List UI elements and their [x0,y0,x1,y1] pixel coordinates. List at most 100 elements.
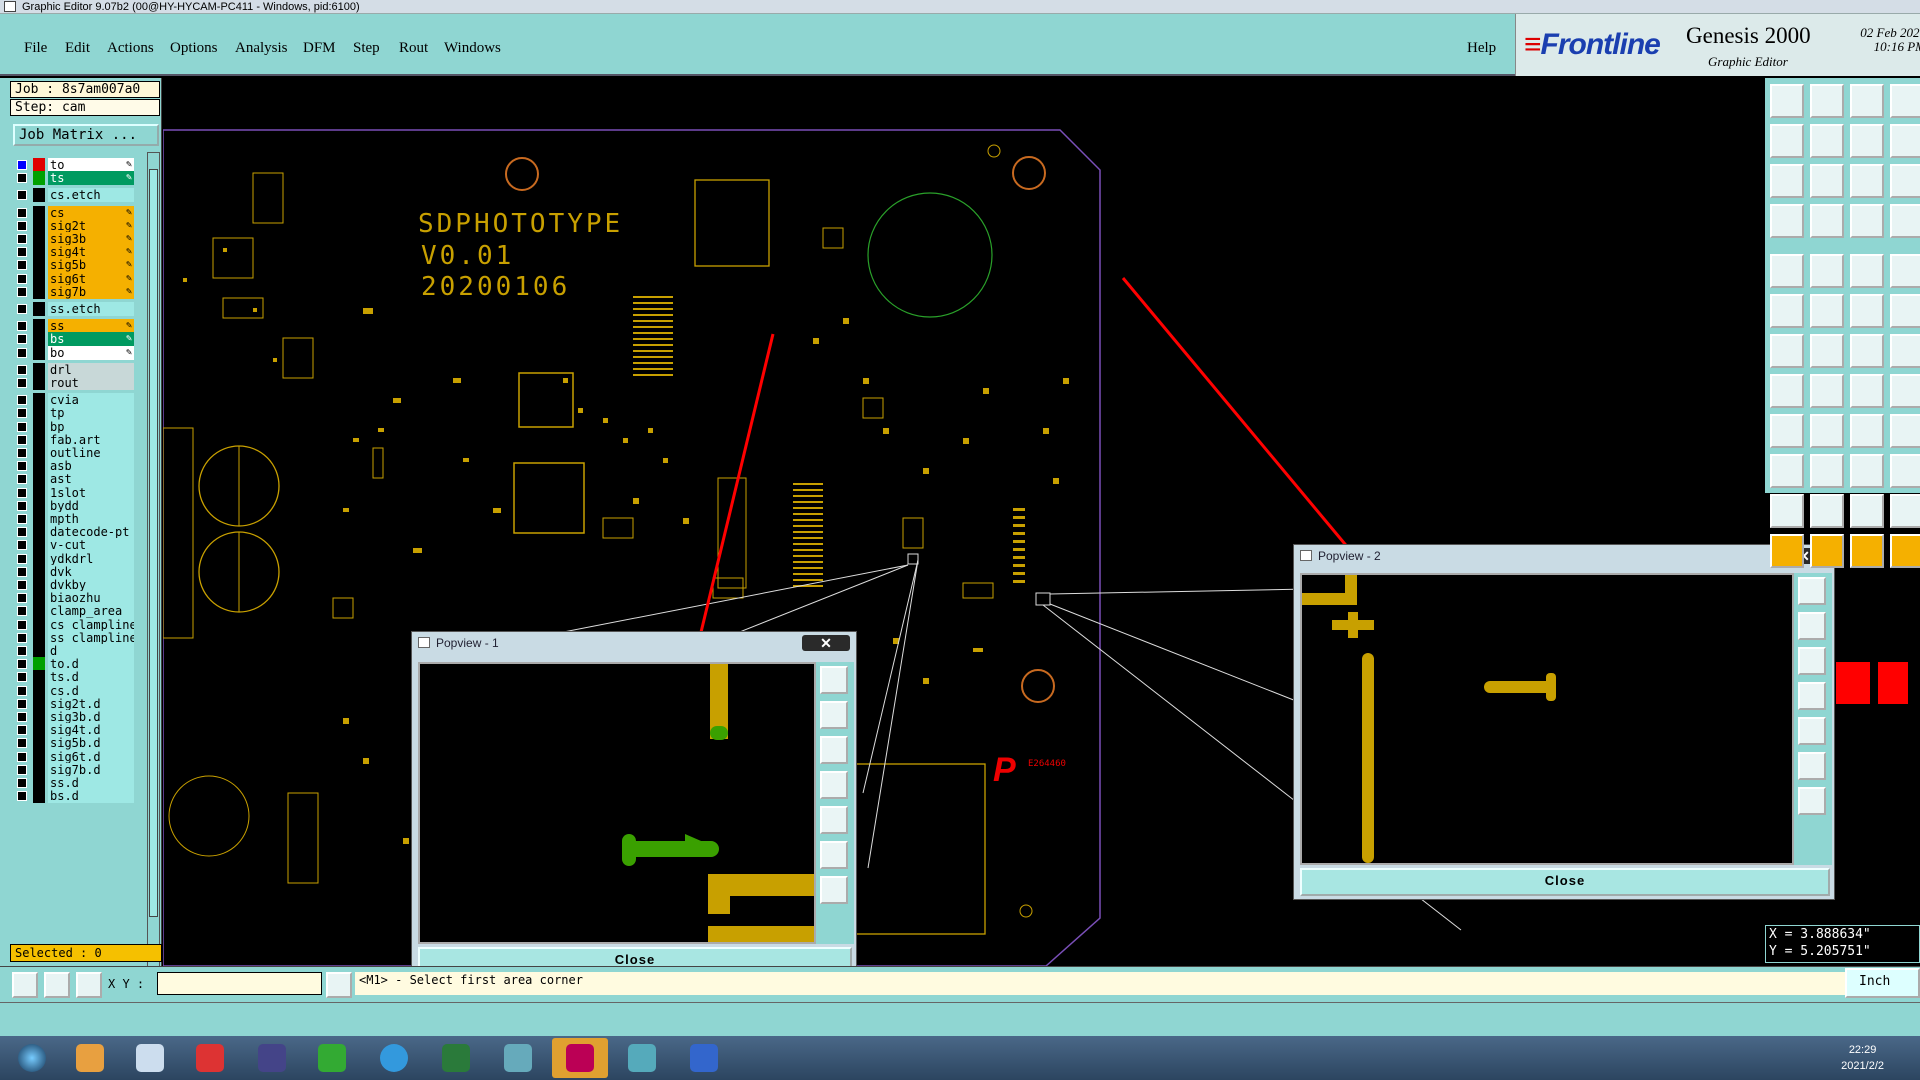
layer-color-swatch[interactable] [33,710,45,724]
layer-color-swatch[interactable] [33,258,45,273]
layer-row-sig2t[interactable]: sig2t ✎ [12,218,134,233]
tool-icon-9-0[interactable] [1770,454,1804,488]
layer-checkbox[interactable] [17,448,27,458]
layer-row-sig3b-d[interactable]: sig3b.d [12,710,134,724]
tool-icon-6-0[interactable] [1770,334,1804,368]
layer-scrollbar[interactable] [147,152,160,1022]
layer-row-cs-etch[interactable]: cs.etch [12,188,134,203]
layer-row-to-d[interactable]: to.d [12,657,134,672]
tool-icon-5-2[interactable] [1850,294,1884,328]
layer-color-swatch[interactable] [33,393,45,408]
layer-row-bs[interactable]: bs ✎ [12,332,134,347]
layer-color-swatch[interactable] [33,362,45,377]
layer-checkbox[interactable] [17,500,27,511]
layer-row-dvk[interactable]: dvk [12,564,134,579]
taskbar-app-3[interactable] [182,1038,238,1078]
layer-row-ts-d[interactable]: ts.d [12,670,134,685]
layer-color-swatch[interactable] [33,332,45,347]
layer-name[interactable]: rout [48,376,134,390]
layer-color-swatch[interactable] [33,232,45,246]
layer-checkbox[interactable] [17,160,27,170]
popview-center-icon[interactable] [820,876,848,904]
layer-color-swatch[interactable] [33,302,45,316]
layer-name[interactable]: d [48,644,134,658]
tool-icon-8-2[interactable] [1850,414,1884,448]
layer-checkbox[interactable] [17,619,27,630]
layer-checkbox[interactable] [17,527,27,538]
layer-row-fab-art[interactable]: fab.art [12,432,134,447]
xy-input[interactable] [157,972,322,995]
layer-checkbox[interactable] [17,304,27,314]
layer-color-swatch[interactable] [33,551,45,566]
layer-color-swatch[interactable] [33,406,45,421]
popview-2-close-button[interactable]: Close [1300,868,1830,896]
layer-color-swatch[interactable] [33,723,45,738]
layer-checkbox[interactable] [17,286,27,297]
layer-checkbox[interactable] [17,566,27,577]
tool-icon-7-2[interactable] [1850,374,1884,408]
layer-checkbox[interactable] [17,659,27,670]
tool-icon-7-0[interactable] [1770,374,1804,408]
layer-name[interactable]: sig5b.d [48,736,134,751]
popview-1-view[interactable] [418,662,816,944]
popview-center-icon[interactable] [1798,787,1826,815]
layer-color-swatch[interactable] [33,657,45,672]
tool-icon-8-1[interactable] [1810,414,1844,448]
layer-checkbox[interactable] [17,751,27,762]
tool-icon-0-1[interactable] [1810,84,1844,118]
layer-name[interactable]: dvk [48,564,134,579]
tool-icon-11-0[interactable] [1770,534,1804,568]
start-button[interactable] [4,1038,60,1078]
layer-row-to[interactable]: to ✎ [12,158,134,172]
layer-checkbox[interactable] [17,364,27,375]
layer-checkbox[interactable] [17,580,27,590]
layer-name[interactable]: cvia [48,393,134,408]
tool-icon-6-2[interactable] [1850,334,1884,368]
menu-edit[interactable]: Edit [65,40,90,57]
tool-icon-6-1[interactable] [1810,334,1844,368]
layer-row-asb[interactable]: asb [12,459,134,474]
layer-color-swatch[interactable] [33,630,45,645]
tool-icon-3-3[interactable] [1890,204,1920,238]
layer-checkbox[interactable] [17,247,27,258]
scroll-thumb[interactable] [149,169,158,917]
layer-checkbox[interactable] [17,514,27,524]
layer-checkbox[interactable] [17,260,27,271]
layer-name[interactable]: cs_clampline [48,617,134,632]
tool-icon-5-1[interactable] [1810,294,1844,328]
layer-checkbox[interactable] [17,461,27,472]
layer-row-biaozhu[interactable]: biaozhu [12,591,134,606]
layer-checkbox[interactable] [17,778,27,788]
tool-icon-7-1[interactable] [1810,374,1844,408]
layer-name[interactable]: sig7b.d [48,762,134,777]
tool-icon-9-1[interactable] [1810,454,1844,488]
layer-row-bs-d[interactable]: bs.d [12,789,134,804]
layer-checkbox[interactable] [17,220,27,231]
layer-row-ts[interactable]: ts ✎ [12,171,134,186]
layer-checkbox[interactable] [17,712,27,722]
layer-row-outline[interactable]: outline [12,446,134,460]
layer-checkbox[interactable] [17,553,27,564]
layer-color-swatch[interactable] [33,485,45,500]
tool-icon-1-1[interactable] [1810,124,1844,158]
taskbar-app-6[interactable] [366,1038,422,1078]
tool-icon-1-0[interactable] [1770,124,1804,158]
popview-1-close-icon[interactable]: ✕ [802,635,850,651]
layer-color-swatch[interactable] [33,218,45,233]
layer-color-swatch[interactable] [33,512,45,526]
layer-checkbox[interactable] [17,764,27,775]
layer-color-swatch[interactable] [33,670,45,685]
layer-color-swatch[interactable] [33,736,45,751]
layer-name[interactable]: datecode-pt [48,525,134,540]
layer-color-swatch[interactable] [33,776,45,790]
layer-checkbox[interactable] [17,321,27,332]
tool-icon-0-0[interactable] [1770,84,1804,118]
layer-row-sig7b-d[interactable]: sig7b.d [12,762,134,777]
layer-color-swatch[interactable] [33,171,45,186]
layer-checkbox[interactable] [17,593,27,604]
layer-checkbox[interactable] [17,190,27,201]
taskbar-app-4[interactable] [244,1038,300,1078]
tool-icon-6-3[interactable] [1890,334,1920,368]
layer-checkbox[interactable] [17,434,27,445]
tool-icon-8-3[interactable] [1890,414,1920,448]
